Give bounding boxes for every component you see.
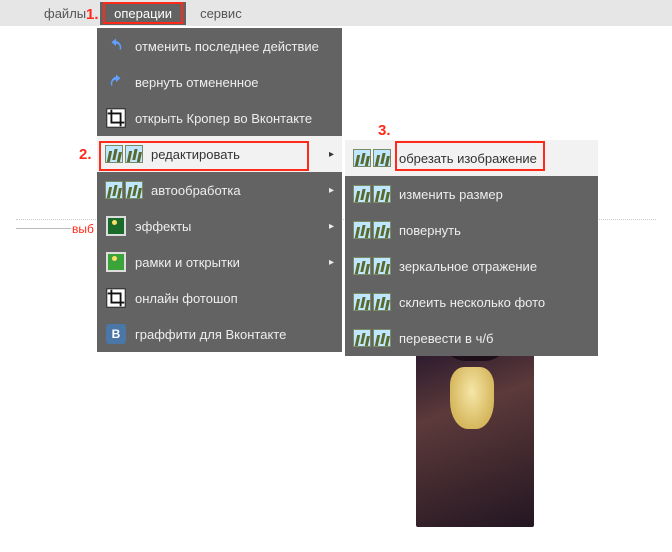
menu-cropper-vk-label: открыть Кропер во Вконтакте [135,111,312,126]
menu-service[interactable]: сервис [186,2,256,25]
stitch-icon [353,291,391,313]
submenu-crop-label: обрезать изображение [399,151,537,166]
menu-undo-label: отменить последнее действие [135,39,319,54]
menu-operations[interactable]: операции [100,2,186,25]
effects-icon [105,215,127,237]
side-label: выб [72,222,94,236]
submenu-resize[interactable]: изменить размер [345,176,598,212]
side-separator [16,228,71,229]
operations-dropdown: отменить последнее действие вернуть отме… [97,28,342,352]
submenu-bw[interactable]: перевести в ч/б [345,320,598,356]
submenu-arrow-icon: ▸ [329,149,334,160]
menu-frames-label: рамки и открытки [135,255,240,270]
menu-graffiti-label: граффити для Вконтакте [135,327,286,342]
submenu-arrow-icon: ▸ [329,185,334,196]
submenu-rotate-label: повернуть [399,223,461,238]
menu-redo[interactable]: вернуть отмененное [97,64,342,100]
auto-icon [105,179,143,201]
resize-icon [353,183,391,205]
menu-auto[interactable]: автообработка ▸ [97,172,342,208]
submenu-resize-label: изменить размер [399,187,503,202]
bw-icon [353,327,391,349]
edit-submenu: обрезать изображение изменить размер пов… [345,140,598,356]
rotate-icon [353,219,391,241]
step-3-label: 3. [378,122,391,139]
crop-vk-icon [105,107,127,129]
step-2-label: 2. [79,146,92,163]
submenu-mirror[interactable]: зеркальное отражение [345,248,598,284]
submenu-rotate[interactable]: повернуть [345,212,598,248]
submenu-arrow-icon: ▸ [329,221,334,232]
mirror-icon [353,255,391,277]
menu-undo[interactable]: отменить последнее действие [97,28,342,64]
menu-edit-label: редактировать [151,147,240,162]
menubar: файлы операции сервис [0,0,672,26]
vk-icon: B [105,323,127,345]
crop-icon [105,287,127,309]
submenu-stitch[interactable]: склеить несколько фото [345,284,598,320]
menu-online-ps[interactable]: онлайн фотошоп [97,280,342,316]
redo-icon [105,71,127,93]
edit-icon [105,143,143,165]
submenu-bw-label: перевести в ч/б [399,331,493,346]
undo-icon [105,35,127,57]
menu-edit[interactable]: редактировать ▸ [97,136,342,172]
submenu-mirror-label: зеркальное отражение [399,259,537,274]
menu-effects-label: эффекты [135,219,191,234]
menu-frames[interactable]: рамки и открытки ▸ [97,244,342,280]
menu-cropper-vk[interactable]: открыть Кропер во Вконтакте [97,100,342,136]
frames-icon [105,251,127,273]
menu-auto-label: автообработка [151,183,241,198]
submenu-arrow-icon: ▸ [329,257,334,268]
menu-graffiti[interactable]: B граффити для Вконтакте [97,316,342,352]
crop-image-icon [353,147,391,169]
menu-effects[interactable]: эффекты ▸ [97,208,342,244]
submenu-stitch-label: склеить несколько фото [399,295,545,310]
menu-online-ps-label: онлайн фотошоп [135,291,238,306]
step-1-label: 1. [86,6,99,23]
submenu-crop[interactable]: обрезать изображение [345,140,598,176]
menu-redo-label: вернуть отмененное [135,75,259,90]
